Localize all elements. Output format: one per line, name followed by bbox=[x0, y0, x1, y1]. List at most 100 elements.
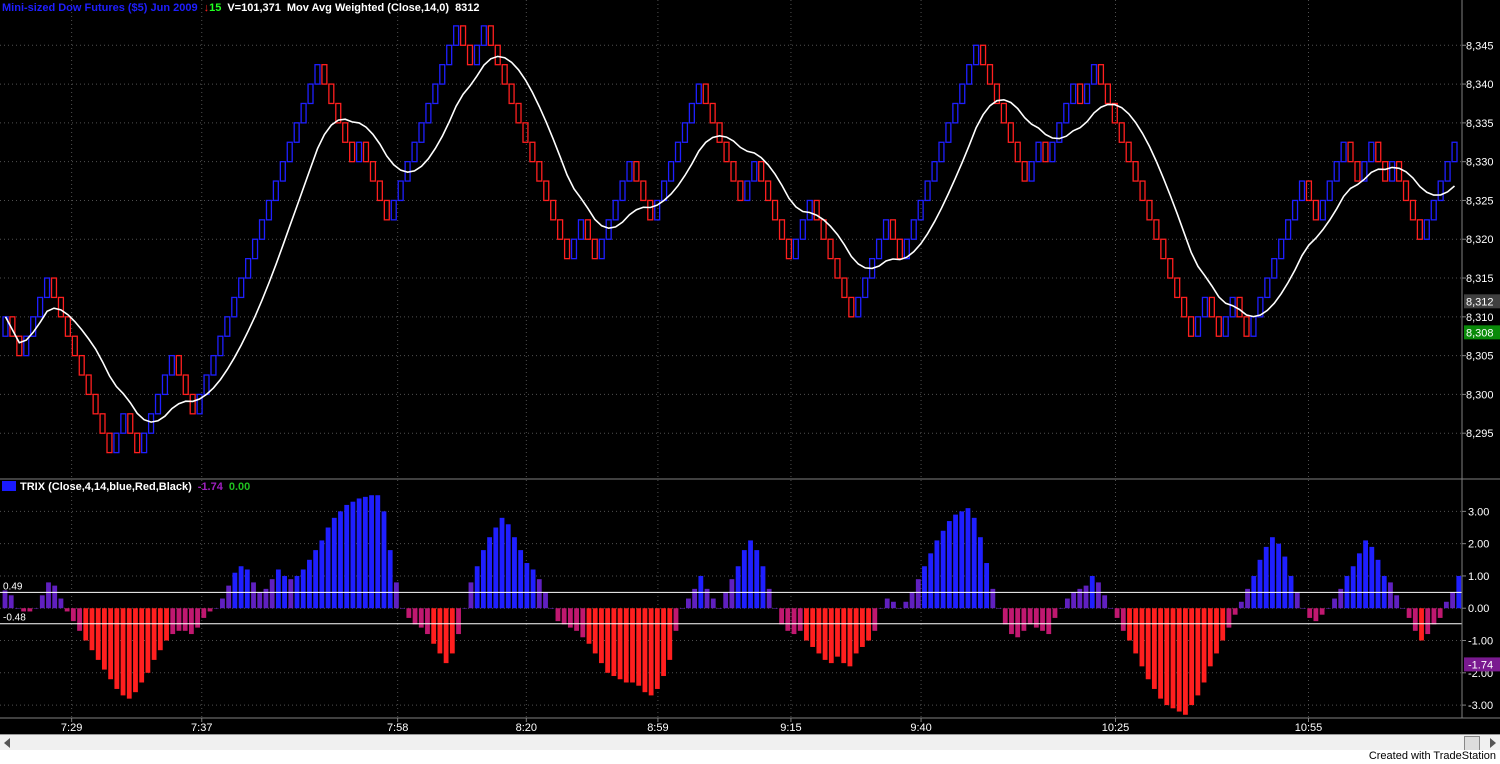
chart-window: 0.49 -0.48 8,295 8,300 8,305 8,310 8,315 8,320… bbox=[0, 0, 1500, 764]
trix-bar bbox=[692, 588, 698, 609]
trix-bar bbox=[437, 608, 443, 654]
trix-bar bbox=[1282, 556, 1288, 609]
chart-svg: 0.49 -0.48 8,295 8,300 8,305 8,310 8,315 8,320… bbox=[0, 0, 1500, 734]
trix-bar bbox=[605, 608, 611, 673]
trix-bar bbox=[996, 608, 1002, 609]
trix-bar bbox=[891, 601, 896, 609]
trix-bar bbox=[307, 559, 312, 609]
trix-bar bbox=[1133, 608, 1139, 654]
trix-bar bbox=[487, 537, 493, 609]
trix-tick-label: 2.00 bbox=[1468, 539, 1489, 551]
trix-bar bbox=[1431, 608, 1437, 625]
trix-bar bbox=[561, 608, 567, 625]
trix-bar bbox=[592, 608, 598, 654]
price-tick-label: 8,340 bbox=[1466, 79, 1494, 91]
trix-bar bbox=[1238, 601, 1244, 609]
trix-bar bbox=[822, 608, 828, 660]
trix-bar bbox=[1332, 598, 1337, 609]
trix-bar bbox=[400, 608, 406, 609]
trix-bar bbox=[325, 527, 331, 609]
trix-bar bbox=[791, 608, 797, 635]
trix-bar bbox=[1350, 566, 1356, 609]
trix-bar bbox=[810, 608, 816, 647]
price-tick-label: 8,300 bbox=[1466, 389, 1494, 401]
trix-bar bbox=[195, 608, 201, 628]
trix-bar bbox=[1214, 608, 1219, 654]
trix-bar bbox=[1245, 588, 1250, 609]
trix-indicator-label[interactable]: TRIX (Close,4,14,blue,Red,Black) bbox=[20, 481, 192, 493]
trix-bar bbox=[1077, 588, 1083, 609]
trix-bar bbox=[1412, 608, 1418, 631]
trix-bar bbox=[462, 608, 468, 609]
trix-bar bbox=[804, 608, 809, 641]
trix-bar bbox=[1375, 559, 1381, 609]
trix-bar bbox=[1114, 608, 1120, 618]
trix-bar bbox=[835, 608, 840, 657]
trix-bar bbox=[226, 585, 232, 609]
trix-bar bbox=[872, 608, 878, 631]
trix-bar bbox=[331, 517, 337, 609]
trix-bar bbox=[275, 569, 281, 609]
ma-indicator-label[interactable]: Mov Avg Weighted (Close,14,0) bbox=[287, 2, 449, 14]
trix-bar bbox=[188, 608, 194, 635]
trix-bar bbox=[257, 592, 263, 609]
trix-bar bbox=[667, 608, 673, 660]
trix-tick-label: 3.00 bbox=[1468, 506, 1489, 518]
trix-bar bbox=[33, 608, 39, 609]
trix-bar bbox=[362, 496, 368, 609]
price-tick-label: 8,335 bbox=[1466, 118, 1494, 130]
trix-bar bbox=[586, 608, 592, 644]
trix-bar bbox=[922, 566, 927, 609]
trix-value-tag-label: -1.74 bbox=[1468, 659, 1493, 671]
time-tick-label: 10:25 bbox=[1102, 722, 1130, 734]
trix-bar bbox=[21, 608, 27, 612]
trix-bar bbox=[1450, 592, 1455, 609]
trix-bar bbox=[102, 608, 107, 670]
trix-bar bbox=[1294, 592, 1300, 609]
trix-bar bbox=[1195, 608, 1201, 696]
trix-bar bbox=[456, 608, 461, 635]
trix-bar bbox=[1325, 608, 1331, 609]
trix-bar bbox=[1102, 595, 1108, 609]
trix-value-1: -1.74 bbox=[197, 481, 223, 493]
trix-bar bbox=[27, 608, 33, 612]
trix-bar bbox=[83, 608, 89, 641]
trix-bar bbox=[443, 608, 449, 664]
trix-bar bbox=[1015, 608, 1021, 638]
trix-bar bbox=[300, 569, 306, 609]
trix-bar bbox=[518, 550, 524, 609]
trix-bar bbox=[1276, 543, 1282, 609]
trix-bar bbox=[1406, 608, 1412, 618]
change-value: 15 bbox=[209, 2, 222, 14]
trix-bar bbox=[70, 608, 76, 622]
trix-bar bbox=[959, 511, 965, 609]
trix-bar bbox=[772, 608, 778, 609]
horizontal-scrollbar[interactable] bbox=[0, 734, 1500, 751]
trix-bar bbox=[611, 608, 617, 677]
trix-bar bbox=[1220, 608, 1226, 641]
trix-bar bbox=[735, 566, 741, 609]
trix-bar bbox=[288, 579, 294, 609]
trix-bar bbox=[1207, 608, 1213, 667]
scroll-right-icon[interactable] bbox=[1490, 738, 1496, 748]
trix-bar bbox=[679, 608, 685, 609]
trix-bar bbox=[859, 608, 865, 647]
trix-bar bbox=[567, 608, 573, 628]
scroll-thumb[interactable] bbox=[1464, 736, 1480, 751]
trix-bar bbox=[133, 608, 138, 693]
trix-bar bbox=[1356, 553, 1362, 609]
trix-bar bbox=[934, 540, 940, 609]
trix-bar bbox=[394, 582, 399, 609]
scroll-left-icon[interactable] bbox=[4, 738, 10, 748]
trix-bar bbox=[213, 608, 219, 609]
trix-bar bbox=[1064, 598, 1070, 609]
symbol-label[interactable]: Mini-sized Dow Futures ($5) Jun 2009 bbox=[2, 2, 198, 14]
trix-bar bbox=[375, 495, 381, 609]
trix-bar bbox=[505, 524, 511, 609]
trix-bar bbox=[1120, 608, 1126, 631]
trix-bar bbox=[387, 550, 393, 609]
trix-bar bbox=[499, 517, 505, 609]
trix-bar bbox=[15, 608, 20, 609]
price-tick-label: 8,320 bbox=[1466, 234, 1494, 246]
trix-bar bbox=[1301, 608, 1306, 609]
